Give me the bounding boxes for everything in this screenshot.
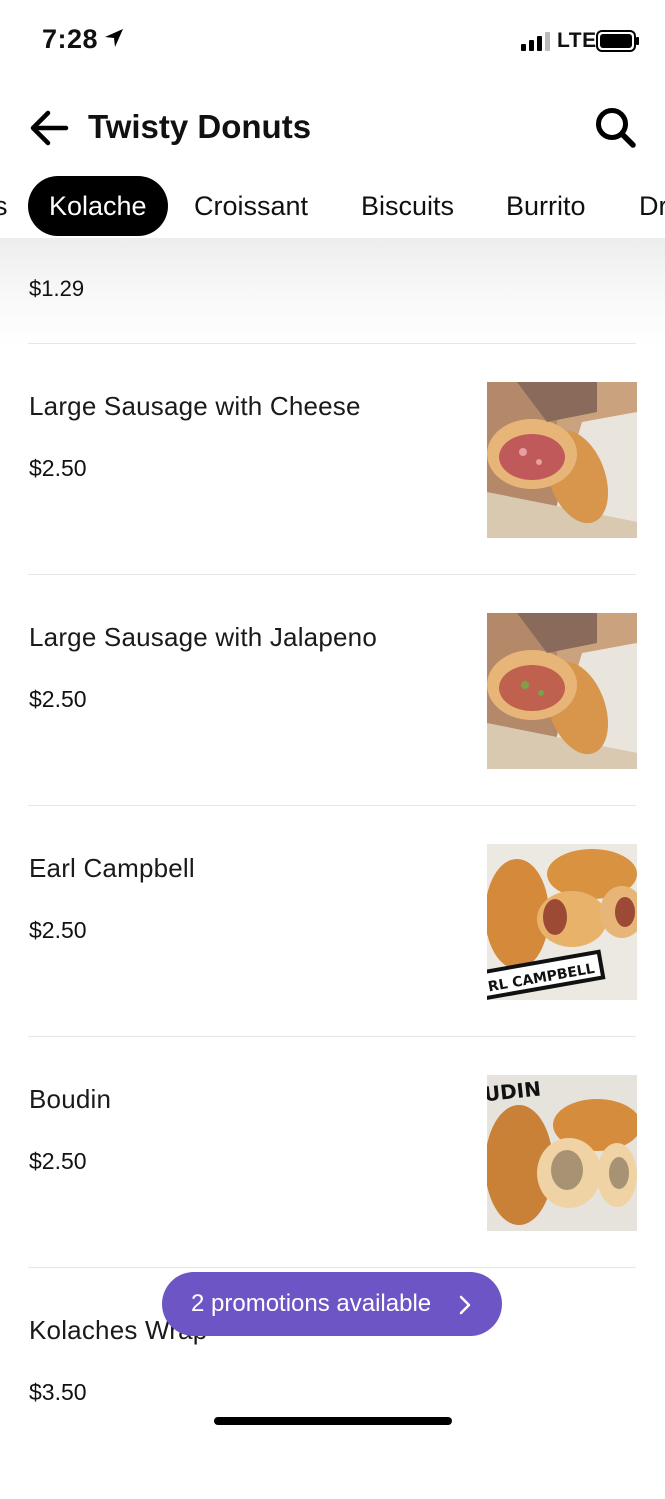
menu-item-large-sausage-cheese[interactable]: Large Sausage with Cheese $2.50: [0, 344, 665, 575]
menu-item-boudin[interactable]: Boudin $2.50 UDIN: [0, 1037, 665, 1268]
tab-biscuits[interactable]: Biscuits: [361, 176, 454, 236]
item-name: Large Sausage with Jalapeno: [29, 622, 377, 652]
promotions-button[interactable]: 2 promotions available: [162, 1272, 502, 1336]
partial-item-price: $1.29: [29, 276, 85, 301]
menu-item-large-sausage-jalapeno[interactable]: Large Sausage with Jalapeno $2.50: [0, 575, 665, 806]
network-label: LTE: [557, 29, 597, 52]
signal-icon: [521, 32, 550, 51]
promotions-label: 2 promotions available: [191, 1290, 432, 1317]
category-tabs: s Kolache Croissant Biscuits Burrito Dr: [0, 174, 665, 238]
back-arrow-icon[interactable]: [28, 108, 70, 148]
item-price: $2.50: [29, 917, 87, 943]
store-title: Twisty Donuts: [88, 108, 312, 145]
scroll-shadow: [0, 238, 665, 348]
item-name: Earl Campbell: [29, 853, 195, 883]
battery-icon: [596, 30, 639, 52]
item-photo: RL CAMPBELL: [487, 844, 637, 1000]
item-name: Boudin: [29, 1084, 112, 1114]
item-price: $3.50: [29, 1379, 87, 1405]
location-arrow-icon: [105, 29, 123, 47]
tab-partial-right[interactable]: Dr: [639, 176, 665, 236]
item-price: $2.50: [29, 455, 87, 481]
item-price: $2.50: [29, 686, 87, 712]
item-photo: [487, 382, 637, 538]
chevron-right-icon: [459, 1295, 471, 1315]
menu-item-earl-campbell[interactable]: Earl Campbell $2.50 RL CAMPBELL: [0, 806, 665, 1037]
tab-burrito[interactable]: Burrito: [506, 176, 586, 236]
status-time: 7:28: [42, 24, 99, 54]
item-name: Large Sausage with Cheese: [29, 391, 361, 421]
search-icon[interactable]: [593, 105, 637, 149]
tab-kolache[interactable]: Kolache: [28, 176, 168, 236]
item-photo: [487, 613, 637, 769]
status-bar: 7:28 LTE: [0, 0, 665, 80]
item-photo: UDIN: [487, 1075, 637, 1231]
header: Twisty Donuts: [0, 95, 665, 165]
tab-partial-left[interactable]: s: [0, 176, 8, 236]
tab-croissant[interactable]: Croissant: [194, 176, 308, 236]
item-price: $2.50: [29, 1148, 87, 1174]
home-indicator[interactable]: [214, 1417, 452, 1425]
